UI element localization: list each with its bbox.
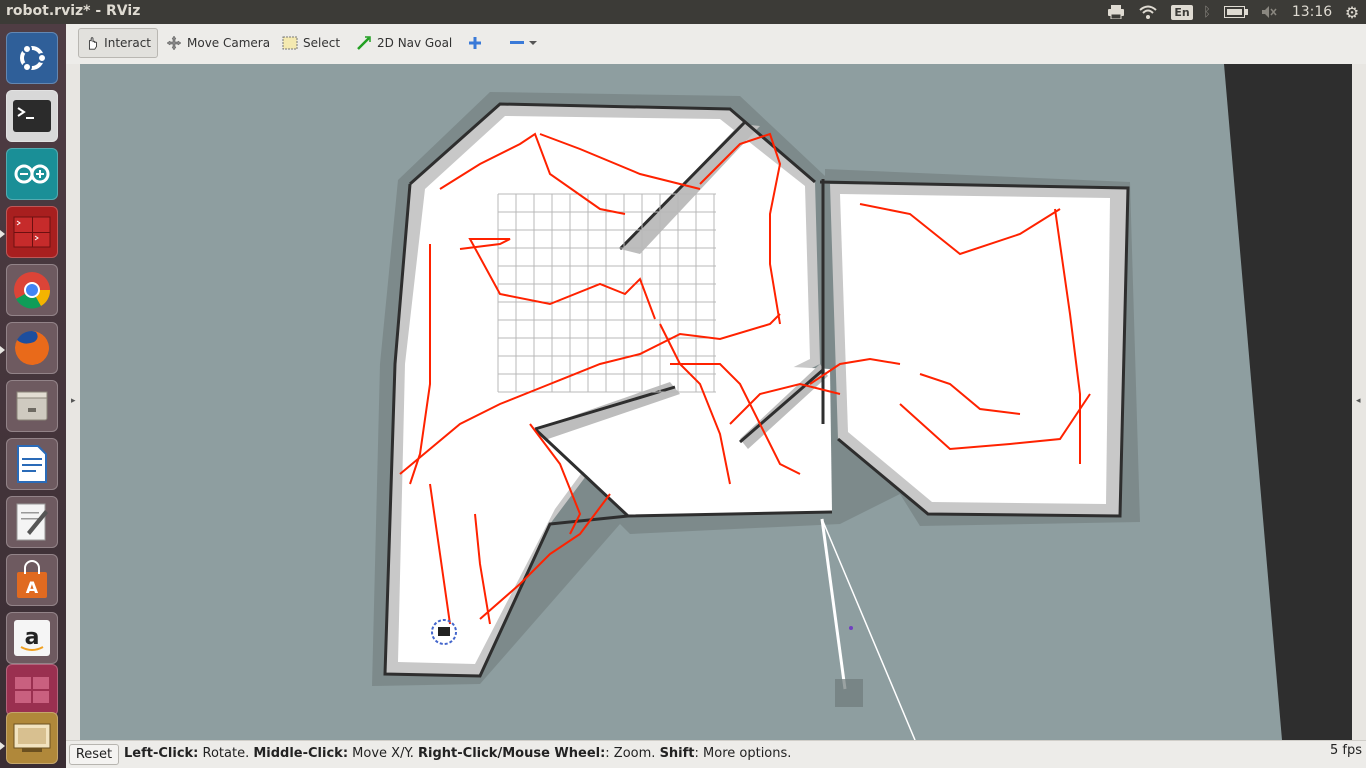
window-title: robot.rviz* - RViz: [6, 3, 141, 19]
workspace-icon[interactable]: [6, 664, 58, 716]
rviz-icon[interactable]: [6, 712, 58, 764]
nav-goal-tool-button[interactable]: 2D Nav Goal: [350, 28, 458, 58]
text-editor-icon[interactable]: [6, 496, 58, 548]
reset-button[interactable]: Reset: [69, 744, 119, 765]
remove-tool-button[interactable]: [504, 28, 543, 58]
keyboard-layout-indicator[interactable]: En: [1171, 0, 1193, 24]
interact-tool-button[interactable]: Interact: [78, 28, 158, 58]
system-gear-icon[interactable]: ⚙: [1340, 0, 1364, 24]
terminal-icon[interactable]: [6, 90, 58, 142]
arduino-icon[interactable]: [6, 148, 58, 200]
status-bar: Reset Left-Click: Rotate. Middle-Click: …: [66, 740, 1366, 768]
bluetooth-icon[interactable]: ᛒ: [1198, 0, 1216, 24]
chevron-down-icon: [529, 41, 537, 45]
ubuntu-logo-icon[interactable]: [6, 32, 58, 84]
svg-text:a: a: [25, 625, 40, 650]
expand-right-icon: ◂: [1356, 396, 1361, 406]
shopping-bag-icon[interactable]: A: [6, 554, 58, 606]
wifi-icon[interactable]: [1136, 0, 1160, 24]
chrome-icon[interactable]: [6, 264, 58, 316]
rviz-3d-viewport[interactable]: [80, 64, 1352, 740]
map-render[interactable]: [80, 64, 1352, 740]
minus-icon: [510, 41, 524, 44]
select-tool-button[interactable]: Select: [276, 28, 346, 58]
battery-icon[interactable]: [1222, 0, 1250, 24]
expand-left-icon: ▸: [71, 396, 76, 406]
move-camera-tool-button[interactable]: Move Camera: [160, 28, 276, 58]
printer-icon[interactable]: [1104, 0, 1128, 24]
left-panel-handle[interactable]: ▸: [66, 64, 80, 740]
add-tool-button[interactable]: [462, 28, 488, 58]
fps-counter: 5 fps: [1329, 743, 1362, 758]
clock[interactable]: 13:16: [1290, 0, 1334, 24]
hand-pointer-icon: [88, 37, 97, 50]
mouse-help-text: Left-Click: Rotate. Middle-Click: Move X…: [124, 746, 792, 761]
rviz-toolbar: Interact Move Camera Select 2D Nav Goal: [66, 24, 1366, 65]
svg-text:A: A: [26, 578, 39, 597]
document-icon[interactable]: [6, 438, 58, 490]
interact-label: Interact: [104, 36, 151, 50]
plus-icon: [469, 37, 481, 49]
file-cabinet-icon[interactable]: [6, 380, 58, 432]
select-box-icon: [282, 36, 298, 50]
right-panel-handle[interactable]: ◂: [1352, 64, 1366, 740]
move-arrows-icon: [166, 35, 182, 51]
firefox-icon[interactable]: [6, 322, 58, 374]
green-arrow-icon: [357, 36, 371, 50]
launcher: A a: [0, 24, 66, 768]
top-panel: robot.rviz* - RViz En ᛒ 13:16 ⚙: [0, 0, 1366, 24]
amazon-icon[interactable]: a: [6, 612, 58, 664]
select-label: Select: [303, 36, 341, 50]
move-camera-label: Move Camera: [187, 36, 271, 50]
terminator-icon[interactable]: [6, 206, 58, 258]
volume-muted-icon[interactable]: [1258, 0, 1280, 24]
nav-goal-label: 2D Nav Goal: [377, 36, 453, 50]
